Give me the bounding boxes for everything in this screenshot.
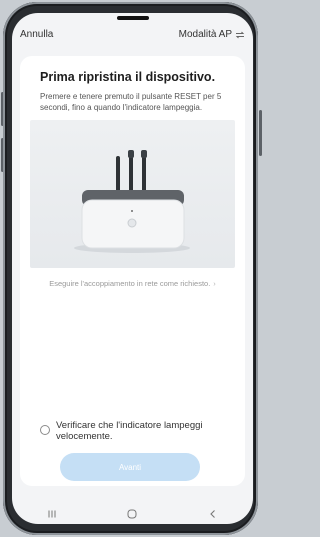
confirm-indicator-option[interactable]: Verificare che l'indicatore lampeggi vel…: [40, 420, 240, 444]
home-button[interactable]: [117, 505, 147, 523]
back-icon: [210, 509, 215, 518]
smart-plug-image: [74, 150, 190, 253]
recents-icon: [48, 510, 56, 517]
page-title: Prima ripristina il dispositivo.: [40, 70, 216, 84]
chevron-right-icon: ›: [213, 279, 216, 288]
ap-mode-label: Modalità AP: [178, 29, 232, 40]
power-key: [259, 110, 262, 156]
confirm-label: Verificare che l'indicatore lampeggi vel…: [56, 420, 203, 442]
top-bar: Annulla Modalità AP: [12, 27, 253, 47]
recents-button[interactable]: [37, 505, 67, 523]
pairing-help-link[interactable]: Eseguire l'accoppiamento in rete come ri…: [20, 279, 245, 288]
back-button[interactable]: [198, 505, 228, 523]
device-illustration: [30, 120, 235, 268]
reset-instructions-card: Prima ripristina il dispositivo. Premere…: [20, 56, 245, 486]
ap-mode-button[interactable]: Modalità AP: [179, 29, 245, 40]
radio-unchecked-icon[interactable]: [40, 425, 50, 435]
cancel-button[interactable]: Annulla: [20, 29, 53, 40]
instruction-text: Premere e tenere premuto il pulsante RES…: [40, 92, 222, 112]
next-button[interactable]: Avanti: [60, 453, 200, 481]
system-nav-bar: [12, 503, 253, 524]
phone-screen: Annulla Modalità AP Prima ripristina il …: [12, 13, 253, 524]
phone-frame: Annulla Modalità AP Prima ripristina il …: [3, 2, 258, 535]
pairing-help-label: Eseguire l'accoppiamento in rete come ri…: [49, 279, 211, 288]
camera-notch: [117, 16, 149, 20]
home-icon: [127, 509, 137, 518]
swap-icon: [235, 31, 245, 38]
